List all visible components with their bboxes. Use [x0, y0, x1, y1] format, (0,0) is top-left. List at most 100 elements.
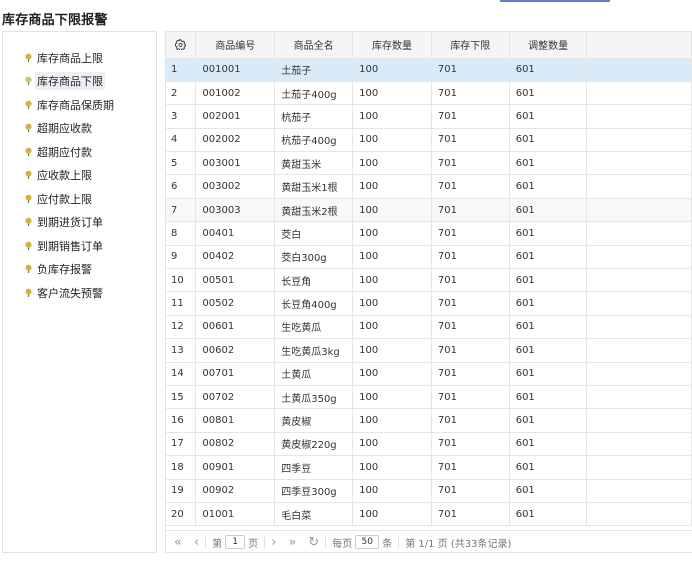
- lower-limit-cell: 701: [431, 198, 510, 223]
- code-cell: 00802: [195, 432, 276, 457]
- table-row[interactable]: 16 00801 黄皮椒 100 701 601: [166, 408, 692, 433]
- row-number-cell: 8: [166, 221, 197, 246]
- sidebar-item-label: 应付款上限: [37, 192, 92, 206]
- row-number-cell: 10: [166, 268, 197, 293]
- table-row[interactable]: 15 00702 土黄瓜350g 100 701 601: [166, 385, 692, 410]
- divider: [264, 536, 266, 548]
- prev-page-button[interactable]: ‹: [194, 535, 199, 550]
- table-row[interactable]: 1 001001 土茄子 100 701 601: [166, 58, 692, 82]
- column-header-name[interactable]: 商品全名: [274, 32, 354, 59]
- row-number-cell: 3: [166, 104, 197, 129]
- table-row[interactable]: 19 00902 四季豆300g 100 701 601: [166, 479, 692, 503]
- sidebar-item[interactable]: 库存商品保质期: [15, 93, 114, 117]
- table-row[interactable]: 20 01001 毛白菜 100 701 601: [166, 502, 692, 527]
- table-row[interactable]: 9 00402 茭白300g 100 701 601: [166, 245, 692, 270]
- sidebar-item[interactable]: 库存商品下限: [15, 70, 114, 94]
- table-row[interactable]: 3 002001 杭茄子 100 701 601: [166, 104, 692, 129]
- chevron-right-icon: ›: [271, 534, 277, 550]
- code-cell: 003002: [195, 174, 276, 199]
- table-row[interactable]: 10 00501 长豆角 100 701 601: [166, 268, 692, 293]
- table-row[interactable]: 14 00701 土黄瓜 100 701 601: [166, 362, 692, 386]
- last-page-button[interactable]: »: [288, 535, 296, 550]
- leaf-icon: [24, 123, 33, 133]
- sidebar-item[interactable]: 超期应付款: [15, 140, 114, 164]
- blank-cell: [586, 268, 692, 293]
- adjust-qty-cell: 601: [509, 81, 588, 106]
- sidebar-item-label: 库存商品下限: [35, 72, 105, 91]
- sidebar-item[interactable]: 负库存报警: [15, 258, 114, 282]
- code-cell: 00702: [195, 385, 276, 410]
- lower-limit-cell: 701: [431, 479, 510, 503]
- blank-cell: [586, 455, 692, 480]
- table-row[interactable]: 13 00602 生吃黄瓜3kg 100 701 601: [166, 338, 692, 363]
- sidebar-item[interactable]: 客户流失预警: [15, 281, 114, 305]
- name-cell: 生吃黄瓜: [274, 315, 354, 340]
- name-cell: 四季豆: [274, 455, 354, 480]
- code-cell: 00902: [195, 479, 276, 503]
- row-number-cell: 2: [166, 81, 197, 106]
- stock-qty-cell: 100: [352, 385, 432, 410]
- table-row[interactable]: 17 00802 黄皮椒220g 100 701 601: [166, 432, 692, 457]
- code-cell: 002002: [195, 128, 276, 153]
- next-page-button[interactable]: ›: [271, 535, 276, 550]
- table-row[interactable]: 2 001002 土茄子400g 100 701 601: [166, 81, 692, 106]
- row-number-cell: 18: [166, 455, 197, 480]
- per-page-input[interactable]: 50: [355, 535, 380, 549]
- stock-qty-cell: 100: [352, 502, 432, 527]
- lower-limit-cell: 701: [431, 291, 510, 316]
- code-cell: 00401: [195, 221, 276, 246]
- adjust-qty-cell: 601: [509, 385, 588, 410]
- sidebar-item[interactable]: 到期进货订单: [15, 211, 114, 235]
- stock-qty-cell: 100: [352, 268, 432, 293]
- name-cell: 茭白300g: [274, 245, 354, 270]
- row-number-cell: 13: [166, 338, 197, 363]
- sidebar-item[interactable]: 到期销售订单: [15, 234, 114, 258]
- name-cell: 茭白: [274, 221, 354, 246]
- name-cell: 土茄子: [274, 58, 354, 82]
- lower-limit-cell: 701: [431, 81, 510, 106]
- blank-cell: [586, 81, 692, 106]
- table-row[interactable]: 7 003003 黄甜玉米2根 100 701 601: [166, 198, 692, 223]
- stock-qty-cell: 100: [352, 58, 432, 82]
- blank-cell: [586, 502, 692, 527]
- table-row[interactable]: 5 003001 黄甜玉米 100 701 601: [166, 151, 692, 176]
- table-row[interactable]: 12 00601 生吃黄瓜 100 701 601: [166, 315, 692, 340]
- page-number-input[interactable]: 1: [225, 535, 246, 549]
- stock-qty-cell: 100: [352, 151, 432, 176]
- table-row[interactable]: 11 00502 长豆角400g 100 701 601: [166, 291, 692, 316]
- sidebar-item[interactable]: 应付款上限: [15, 187, 114, 211]
- blank-cell: [586, 58, 692, 82]
- sidebar-item[interactable]: 库存商品上限: [15, 46, 114, 70]
- stock-qty-cell: 100: [352, 174, 432, 199]
- table-row[interactable]: 4 002002 杭茄子400g 100 701 601: [166, 128, 692, 153]
- column-header-code[interactable]: 商品编号: [195, 32, 276, 59]
- leaf-icon: [24, 288, 33, 298]
- name-cell: 土黄瓜350g: [274, 385, 354, 410]
- name-cell: 长豆角: [274, 268, 354, 293]
- stock-qty-cell: 100: [352, 432, 432, 457]
- refresh-button[interactable]: ↻: [308, 535, 319, 550]
- blank-cell: [586, 221, 692, 246]
- lower-limit-cell: 701: [431, 408, 510, 433]
- code-cell: 003003: [195, 198, 276, 223]
- lower-limit-cell: 701: [431, 128, 510, 153]
- stock-qty-cell: 100: [352, 315, 432, 340]
- adjust-qty-cell: 601: [509, 245, 588, 270]
- blank-cell: [586, 151, 692, 176]
- column-header-stock-qty[interactable]: 库存数量: [352, 32, 432, 59]
- column-header-lower-limit[interactable]: 库存下限: [431, 32, 510, 59]
- sidebar-item[interactable]: 应收款上限: [15, 164, 114, 188]
- table-row[interactable]: 8 00401 茭白 100 701 601: [166, 221, 692, 246]
- table-row[interactable]: 6 003002 黄甜玉米1根 100 701 601: [166, 174, 692, 199]
- sidebar-item[interactable]: 超期应收款: [15, 117, 114, 141]
- first-page-button[interactable]: «: [174, 535, 182, 550]
- stock-table: 商品编号 商品全名 库存数量 库存下限 调整数量 1 001001 土茄子 100 70…: [166, 32, 692, 527]
- sidebar-item-label: 到期进货订单: [37, 216, 103, 230]
- name-cell: 土茄子400g: [274, 81, 354, 106]
- column-header-adjust-qty[interactable]: 调整数量: [509, 32, 588, 59]
- data-grid: 商品编号 商品全名 库存数量 库存下限 调整数量 1 001001 土茄子 100 70…: [165, 31, 692, 553]
- row-number-cell: 5: [166, 151, 197, 176]
- table-row[interactable]: 18 00901 四季豆 100 701 601: [166, 455, 692, 480]
- code-cell: 00402: [195, 245, 276, 270]
- column-settings-button[interactable]: [166, 32, 197, 59]
